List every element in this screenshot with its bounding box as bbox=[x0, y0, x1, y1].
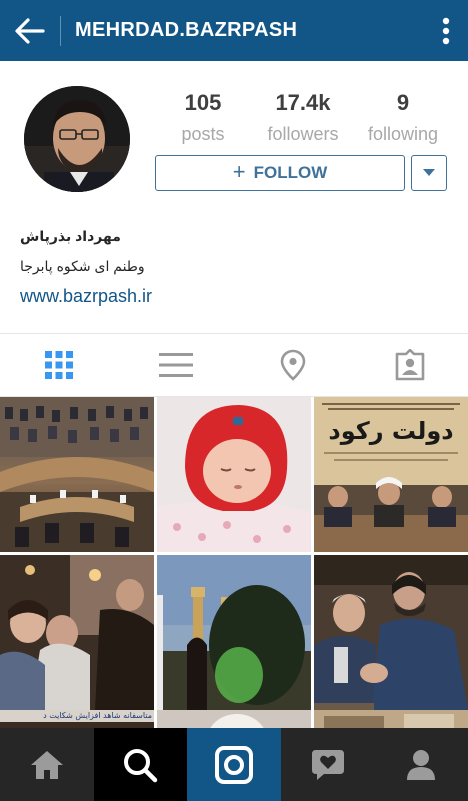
tab-photo-map[interactable] bbox=[263, 340, 323, 390]
news-headline: دولت رکود bbox=[328, 417, 454, 445]
plus-icon: + bbox=[232, 159, 246, 184]
back-arrow-icon bbox=[15, 17, 45, 44]
search-icon bbox=[124, 748, 158, 782]
tab-list-view[interactable] bbox=[146, 340, 206, 390]
nav-profile[interactable] bbox=[374, 728, 468, 801]
follow-button-label: FOLLOW bbox=[253, 163, 328, 182]
profile-view-tabs bbox=[0, 333, 468, 397]
nav-search[interactable] bbox=[93, 728, 188, 801]
conference-room-photo bbox=[0, 397, 154, 552]
post-caption-strip: متاسفانه شاهد افزایش شکایت د bbox=[0, 710, 154, 722]
nav-activity[interactable] bbox=[281, 728, 375, 801]
bio-full-name: مهرداد بذرپاش bbox=[20, 228, 121, 244]
followers-label: followers bbox=[267, 124, 339, 144]
profile-stats: 105 posts 17.4k followers 9 following bbox=[168, 90, 438, 145]
list-view-icon bbox=[158, 353, 193, 377]
following-label: following bbox=[367, 124, 438, 144]
tab-grid-view[interactable] bbox=[29, 340, 89, 390]
post-thumbnail[interactable] bbox=[314, 555, 468, 710]
top-app-bar: MEHRDAD.BAZRPASH bbox=[0, 0, 468, 61]
avatar-photo bbox=[24, 86, 130, 192]
tagged-photos-icon bbox=[395, 349, 424, 381]
profile-icon bbox=[407, 749, 436, 780]
post-thumbnail[interactable] bbox=[157, 397, 311, 552]
nav-camera[interactable] bbox=[187, 728, 281, 801]
overflow-menu-icon bbox=[442, 17, 450, 44]
post-thumbnail[interactable] bbox=[157, 555, 311, 710]
post-thumbnail[interactable] bbox=[0, 555, 154, 710]
profile-avatar[interactable] bbox=[24, 86, 130, 192]
posts-count: 105 bbox=[184, 90, 222, 115]
bio-text: وطنم ای شکوه پابرجا bbox=[20, 258, 145, 274]
caret-down-icon bbox=[423, 169, 435, 176]
post-thumbnail[interactable] bbox=[0, 397, 154, 552]
overflow-menu-button[interactable] bbox=[424, 0, 468, 61]
bottom-navigation bbox=[0, 728, 468, 801]
location-pin-icon bbox=[280, 349, 305, 381]
suggested-users-dropdown-button[interactable] bbox=[411, 155, 447, 191]
post-thumbnail[interactable]: دولت رکود bbox=[314, 397, 468, 552]
back-button[interactable] bbox=[0, 0, 60, 61]
follow-button[interactable]: + FOLLOW bbox=[155, 155, 405, 191]
meeting-handshake-photo bbox=[314, 555, 468, 710]
camera-icon bbox=[214, 745, 253, 784]
grid-view-icon bbox=[44, 351, 73, 379]
profile-username-title: MEHRDAD.BAZRPASH bbox=[75, 19, 298, 41]
followers-stat[interactable]: 17.4k followers bbox=[267, 90, 338, 145]
posts-label: posts bbox=[181, 124, 225, 144]
crowd-embrace-photo bbox=[0, 555, 154, 710]
following-stat[interactable]: 9 following bbox=[368, 90, 438, 145]
posts-stat[interactable]: 105 posts bbox=[168, 90, 238, 145]
activity-heart-icon bbox=[311, 749, 344, 780]
tab-tagged-photos[interactable] bbox=[380, 340, 440, 390]
home-icon bbox=[30, 750, 63, 779]
followers-count: 17.4k bbox=[275, 90, 331, 115]
following-count: 9 bbox=[396, 90, 410, 115]
shrine-pilgrim-photo bbox=[157, 555, 311, 710]
nav-home[interactable] bbox=[0, 728, 94, 801]
bio-website-link[interactable]: www.bazrpash.ir bbox=[20, 286, 152, 307]
baby-photo bbox=[157, 397, 311, 552]
